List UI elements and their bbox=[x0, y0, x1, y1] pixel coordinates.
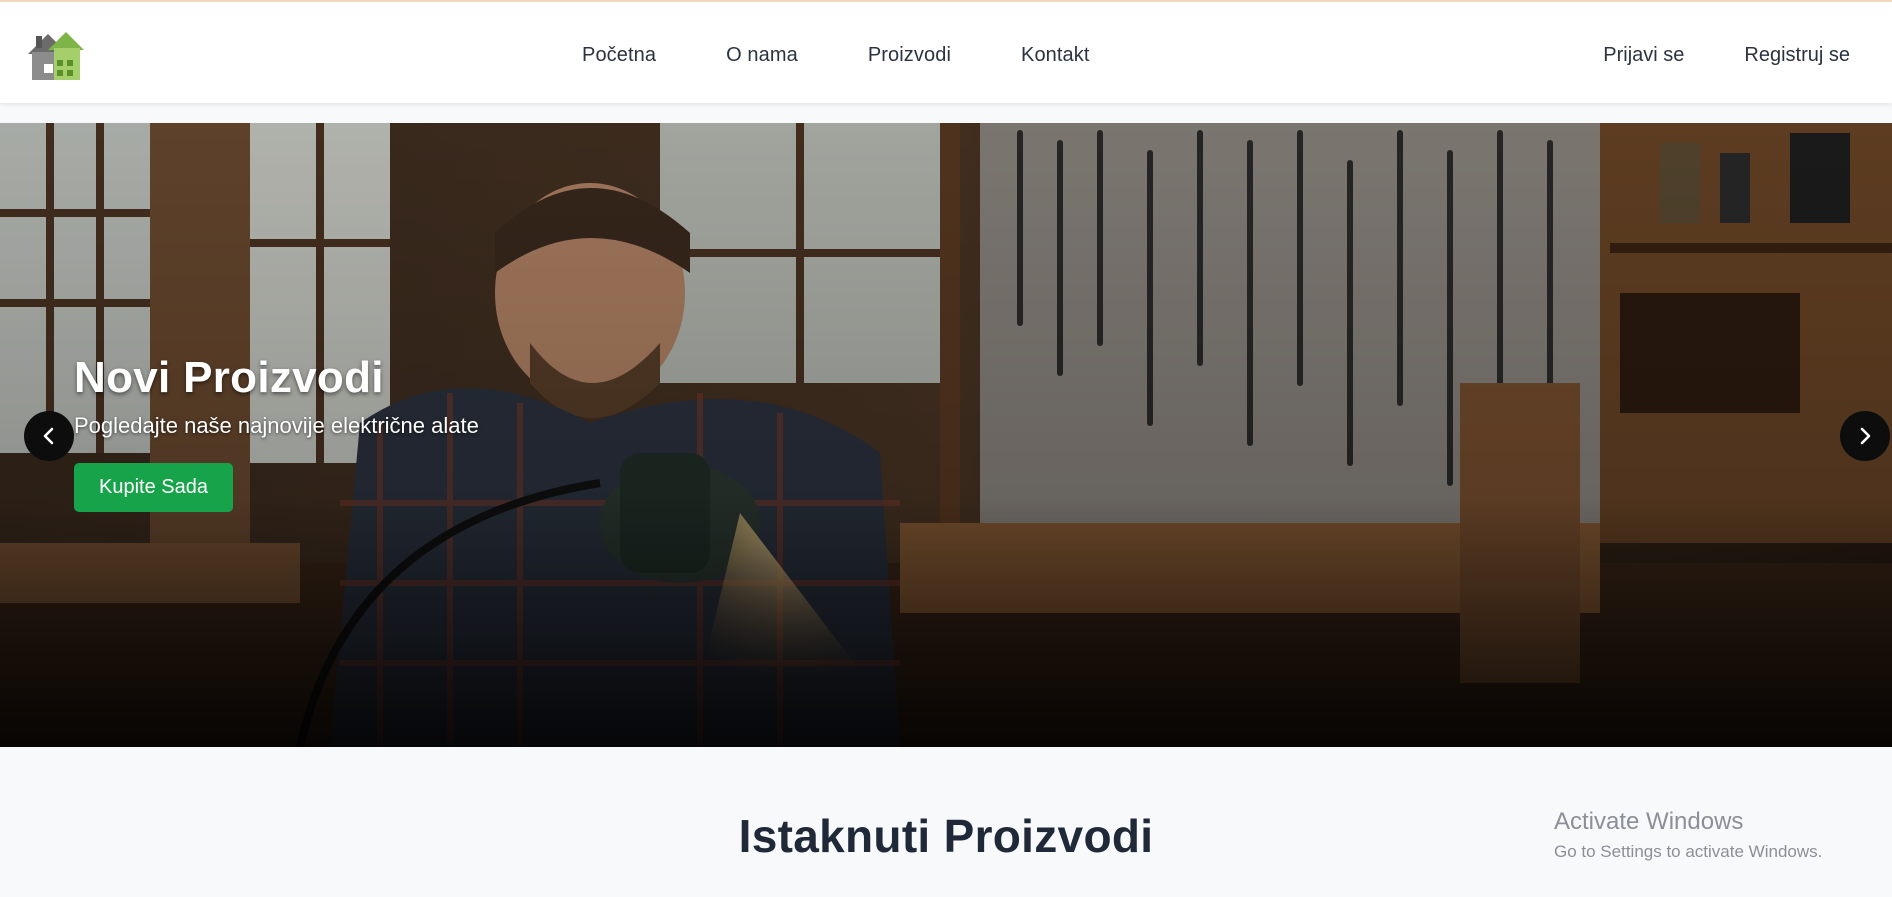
nav-link-proizvodi[interactable]: Proizvodi bbox=[868, 44, 951, 67]
chevron-right-icon bbox=[1860, 427, 1871, 445]
windows-activation-watermark: Activate Windows Go to Settings to activ… bbox=[1554, 808, 1822, 862]
nav-link-o-nama[interactable]: O nama bbox=[726, 44, 798, 67]
logo[interactable] bbox=[24, 26, 88, 84]
house-logo-icon bbox=[28, 32, 84, 80]
auth-links: Prijavi se Registruj se bbox=[1603, 44, 1850, 67]
chevron-left-icon bbox=[43, 427, 54, 445]
hero-title: Novi Proizvodi bbox=[74, 353, 384, 402]
nav-link-kontakt[interactable]: Kontakt bbox=[1021, 44, 1090, 67]
hero-carousel: Novi Proizvodi Pogledajte naše najnovije… bbox=[0, 123, 1892, 747]
hero-subtitle: Pogledajte naše najnovije električne ala… bbox=[74, 413, 479, 438]
main-nav: Početna O nama Proizvodi Kontakt bbox=[582, 44, 1090, 67]
buy-now-button[interactable]: Kupite Sada bbox=[74, 463, 233, 512]
register-link[interactable]: Registruj se bbox=[1744, 44, 1850, 67]
carousel-prev-button[interactable] bbox=[24, 411, 74, 461]
nav-link-pocetna[interactable]: Početna bbox=[582, 44, 656, 67]
navbar: Početna O nama Proizvodi Kontakt Prijavi… bbox=[0, 2, 1892, 103]
carousel-next-button[interactable] bbox=[1840, 411, 1890, 461]
login-link[interactable]: Prijavi se bbox=[1603, 44, 1684, 67]
watermark-title: Activate Windows bbox=[1554, 808, 1744, 835]
watermark-subtitle: Go to Settings to activate Windows. bbox=[1554, 842, 1823, 861]
hero-caption: Novi Proizvodi Pogledajte naše najnovije… bbox=[74, 353, 479, 512]
